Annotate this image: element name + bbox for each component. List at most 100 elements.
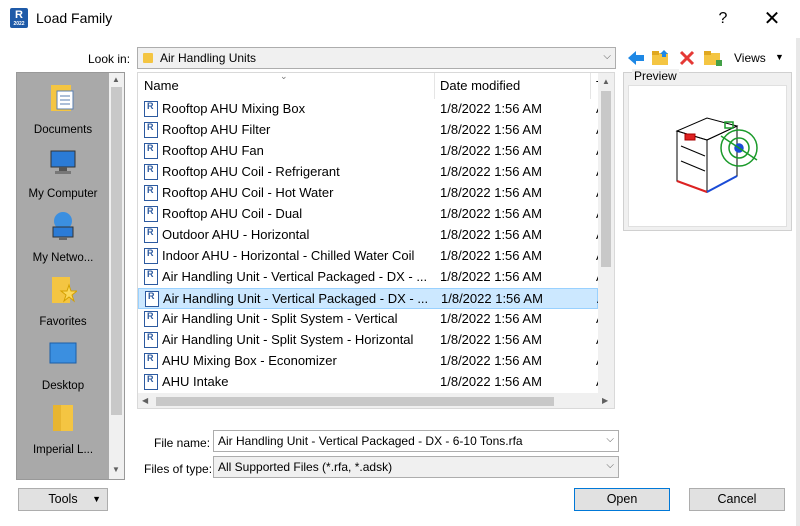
file-name-cell: AHU Intake xyxy=(162,374,229,389)
window-edge xyxy=(796,38,800,526)
file-row[interactable]: Indoor AHU - Horizontal - Chilled Water … xyxy=(138,246,605,267)
file-date-cell: 1/8/2022 1:56 AM xyxy=(440,164,542,179)
revit-family-icon xyxy=(144,206,158,222)
scroll-right-icon[interactable]: ▶ xyxy=(602,396,608,405)
cancel-button[interactable]: Cancel xyxy=(689,488,785,511)
place-imperial-library[interactable]: Imperial L... xyxy=(17,395,109,459)
open-button[interactable]: Open xyxy=(574,488,670,511)
place-label: My Computer xyxy=(28,188,98,200)
file-date-cell: 1/8/2022 1:56 AM xyxy=(440,332,542,347)
favorites-icon xyxy=(52,277,77,303)
places-scrollbar[interactable]: ▲ ▼ xyxy=(109,73,124,479)
file-row[interactable]: Rooftop AHU Coil - Dual1/8/2022 1:56 AMA xyxy=(138,204,605,225)
revit-family-icon xyxy=(144,248,158,264)
revit-family-icon xyxy=(144,374,158,390)
file-row[interactable]: Rooftop AHU Coil - Hot Water 1/8/2022 1:5… xyxy=(138,183,605,204)
chevron-down-icon[interactable]: ⌵ xyxy=(606,434,614,445)
file-row[interactable]: Rooftop AHU Filter1/8/2022 1:56 AMA xyxy=(138,120,605,141)
file-list-vscrollbar[interactable]: ▲ xyxy=(598,73,614,393)
preview-label: Preview xyxy=(632,69,679,83)
file-date-cell: 1/8/2022 1:56 AM xyxy=(441,291,543,306)
scroll-left-icon[interactable]: ◀ xyxy=(142,396,148,405)
look-in-dropdown[interactable]: Air Handling Units ⌵ xyxy=(137,47,616,69)
revit-family-icon xyxy=(144,332,158,348)
delete-icon[interactable] xyxy=(677,48,697,68)
file-date-cell: 1/8/2022 1:56 AM xyxy=(440,374,542,389)
file-name-cell: Rooftop AHU Coil - Refrigerant xyxy=(162,164,340,179)
back-arrow-icon[interactable] xyxy=(626,48,646,68)
file-row[interactable]: AHU Mixing Box - Economizer 1/8/2022 1:56… xyxy=(138,351,605,372)
place-favorites[interactable]: Favorites xyxy=(17,267,109,331)
documents-icon xyxy=(51,85,74,111)
file-row[interactable]: Air Handling Unit - Split System - Horiz… xyxy=(138,330,605,351)
scroll-up-icon[interactable]: ▲ xyxy=(602,77,610,86)
file-name-cell: Rooftop AHU Coil - Hot Water xyxy=(162,185,334,200)
place-label: My Netwo... xyxy=(32,252,94,264)
look-in-label: Look in: xyxy=(88,52,131,66)
revit-family-icon xyxy=(144,353,158,369)
file-row[interactable]: Air Handling Unit - Vertical Packaged - … xyxy=(138,288,606,309)
file-row[interactable]: Rooftop AHU Coil - Refrigerant 1/8/2022 1… xyxy=(138,162,605,183)
column-divider[interactable] xyxy=(434,73,435,99)
file-type-dropdown[interactable]: All Supported Files (*.rfa, *.adsk) ⌵ xyxy=(213,456,619,478)
up-folder-icon[interactable] xyxy=(651,48,671,68)
preview-group: Preview xyxy=(623,69,792,231)
place-my-network[interactable]: My Netwo... xyxy=(17,203,109,267)
chevron-down-icon: ⌵ xyxy=(603,51,611,62)
file-date-cell: 1/8/2022 1:56 AM xyxy=(440,227,542,242)
file-row[interactable]: Air Handling Unit - Vertical Packaged - … xyxy=(138,267,605,288)
file-name-label: File name: xyxy=(154,436,211,450)
file-list-hscroll-thumb[interactable] xyxy=(156,397,554,406)
revit-family-icon xyxy=(144,164,158,180)
scroll-down-icon[interactable]: ▼ xyxy=(112,465,120,474)
file-name-cell: Rooftop AHU Fan xyxy=(162,143,264,158)
chevron-down-icon: ⌵ xyxy=(606,460,614,471)
revit-app-icon: R 2022 xyxy=(10,8,28,28)
revit-family-icon xyxy=(144,269,158,285)
file-name-cell: Rooftop AHU Mixing Box xyxy=(162,101,306,116)
computer-icon xyxy=(50,150,76,174)
place-desktop[interactable]: Desktop xyxy=(17,331,109,395)
file-row[interactable]: Rooftop AHU Mixing Box1/8/2022 1:56 AMA xyxy=(138,99,605,120)
tools-button[interactable]: Tools ▼ xyxy=(18,488,108,511)
place-my-computer[interactable]: My Computer xyxy=(17,139,109,203)
look-in-value: Air Handling Units xyxy=(160,51,257,65)
file-date-cell: 1/8/2022 1:56 AM xyxy=(440,311,542,326)
column-divider[interactable] xyxy=(590,73,591,99)
file-date-cell: 1/8/2022 1:56 AM xyxy=(440,269,542,284)
file-date-cell: 1/8/2022 1:56 AM xyxy=(440,353,542,368)
ahu-preview-drawing xyxy=(675,117,758,193)
scroll-up-icon[interactable]: ▲ xyxy=(112,75,120,84)
revit-family-icon xyxy=(144,311,158,327)
file-name-cell: Outdoor AHU - Horizontal xyxy=(162,227,310,242)
file-date-cell: 1/8/2022 1:56 AM xyxy=(440,101,542,116)
column-header-name[interactable]: Name xyxy=(144,78,179,93)
file-list-vscroll-thumb[interactable] xyxy=(601,91,611,267)
file-list: Name ⌄ Date modified T Rooftop AHU Mixin… xyxy=(137,72,615,409)
file-type-value: All Supported Files (*.rfa, *.adsk) xyxy=(218,460,393,474)
file-row[interactable]: Outdoor AHU - Horizontal 1/8/2022 1:56 AM… xyxy=(138,225,605,246)
file-name-cell: Rooftop AHU Coil - Dual xyxy=(162,206,303,221)
place-documents[interactable]: Documents xyxy=(17,75,109,139)
places-scroll-thumb[interactable] xyxy=(111,87,122,415)
file-name-cell: Rooftop AHU Filter xyxy=(162,122,271,137)
file-row[interactable]: Rooftop AHU Fan1/8/2022 1:56 AMA xyxy=(138,141,605,162)
network-icon xyxy=(52,212,74,240)
views-menu-button[interactable]: Views xyxy=(734,51,766,65)
tools-dropdown-arrow-icon: ▼ xyxy=(92,494,101,504)
revit-family-icon xyxy=(145,291,159,307)
help-button[interactable]: ? xyxy=(700,0,746,38)
file-list-hscrollbar[interactable]: ◀ ▶ xyxy=(138,393,614,408)
file-date-cell: 1/8/2022 1:56 AM xyxy=(440,206,542,221)
file-list-header: Name ⌄ Date modified T xyxy=(138,73,614,99)
views-dropdown-arrow-icon[interactable]: ▼ xyxy=(775,52,784,62)
places-list: Documents My Computer My Netwo... Favori… xyxy=(17,73,109,479)
column-header-date[interactable]: Date modified xyxy=(440,78,520,93)
new-folder-icon[interactable] xyxy=(703,48,723,68)
close-button[interactable]: ✕ xyxy=(748,0,796,38)
file-row[interactable]: Air Handling Unit - Split System - Verti… xyxy=(138,309,605,330)
revit-family-icon xyxy=(144,101,158,117)
file-row[interactable]: AHU Intake1/8/2022 1:56 AMA xyxy=(138,372,605,393)
file-name-input[interactable]: Air Handling Unit - Vertical Packaged - … xyxy=(213,430,619,452)
window-title: Load Family xyxy=(36,10,113,26)
